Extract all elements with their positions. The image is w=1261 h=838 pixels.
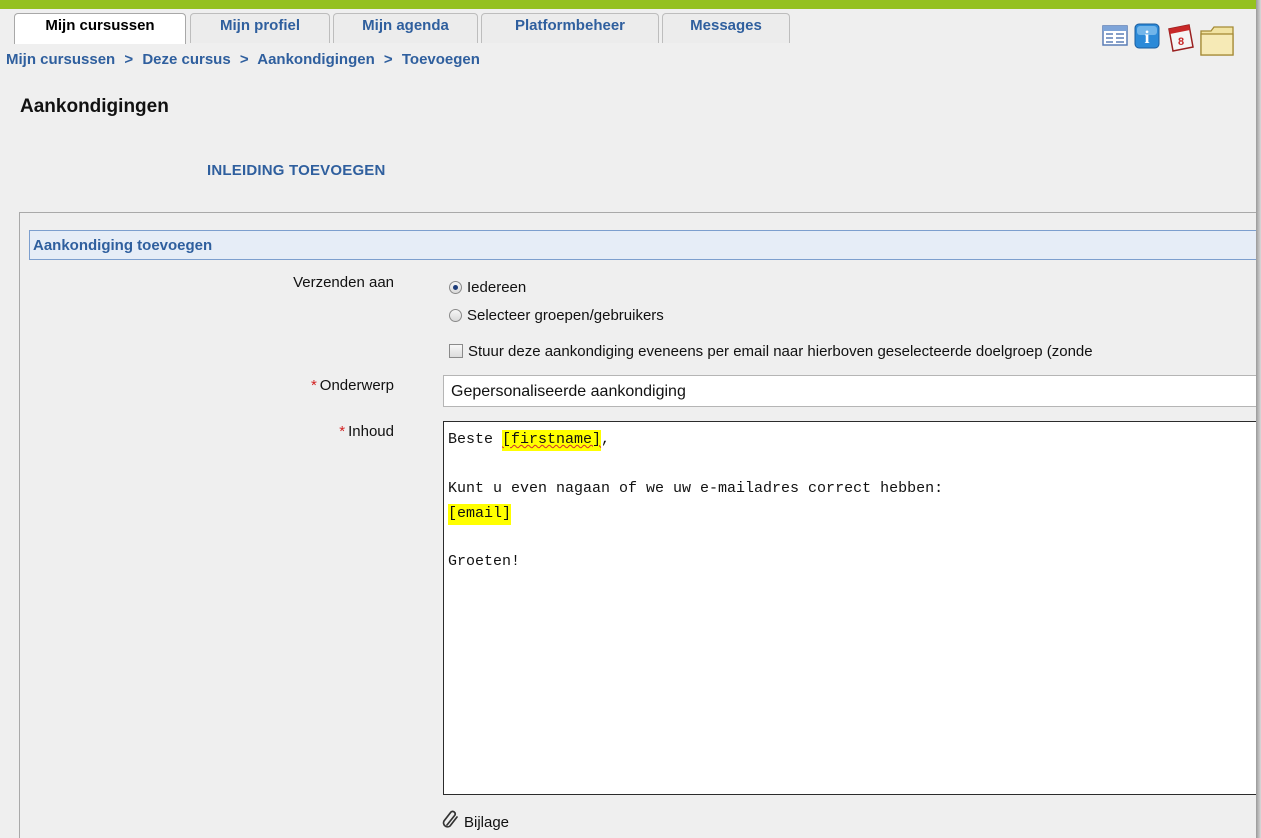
tab-mijn-cursussen[interactable]: Mijn cursussen [14, 13, 186, 44]
table-icon[interactable] [1102, 23, 1128, 52]
email-also-label: Stuur deze aankondiging eveneens per ema… [468, 343, 1093, 360]
email-tag: [email] [448, 504, 512, 525]
send-to-label: Verzenden aan [293, 274, 394, 291]
radio-select-groups-label: Selecteer groepen/gebruikers [467, 307, 664, 324]
breadcrumb-deze-cursus[interactable]: Deze cursus [142, 51, 230, 68]
content-line-email: [email] [448, 504, 512, 525]
tab-label: Mijn cursussen [45, 17, 155, 34]
breadcrumb-separator: > [124, 51, 134, 68]
radio-select-groups-option[interactable]: Selecteer groepen/gebruikers [449, 307, 664, 324]
content-editor[interactable]: Beste [firstname], Kunt u even nagaan of… [443, 421, 1256, 795]
form-header-title: Aankondiging toevoegen [33, 237, 213, 254]
calendar-icon[interactable]: 8 [1165, 23, 1195, 58]
breadcrumb-aankondigingen[interactable]: Aankondigingen [257, 51, 375, 68]
tab-mijn-profiel[interactable]: Mijn profiel [190, 13, 330, 43]
content-label: * Inhoud [339, 423, 394, 440]
breadcrumb: Mijn cursussen > Deze cursus > Aankondig… [6, 51, 480, 68]
paperclip-icon [442, 810, 458, 828]
subject-input[interactable]: Gepersonaliseerde aankondiging [443, 375, 1256, 407]
radio-everyone-label: Iedereen [467, 279, 527, 296]
radio-everyone-option[interactable]: Iedereen [449, 279, 526, 296]
greeting-text: Beste [448, 431, 503, 448]
required-marker: * [339, 423, 346, 440]
top-accent-bar [0, 0, 1256, 9]
subject-label-text: Onderwerp [319, 377, 394, 394]
attachment-link[interactable]: Bijlage [441, 810, 509, 831]
tab-messages[interactable]: Messages [662, 13, 790, 43]
tab-label: Messages [690, 17, 762, 34]
breadcrumb-mijn-cursussen[interactable]: Mijn cursussen [6, 51, 115, 68]
tab-mijn-agenda[interactable]: Mijn agenda [333, 13, 478, 43]
form-header: Aankondiging toevoegen [29, 230, 1256, 260]
svg-text:i: i [1144, 27, 1149, 47]
greeting-suffix: , [601, 431, 611, 448]
tab-label: Mijn profiel [220, 17, 300, 34]
content-line-greeting: Beste [firstname], [448, 430, 611, 451]
page-title: Aankondigingen [20, 96, 169, 117]
folder-icon[interactable] [1199, 23, 1256, 62]
breadcrumb-separator: > [239, 51, 249, 68]
required-marker: * [310, 377, 317, 394]
tab-platformbeheer[interactable]: Platformbeheer [481, 13, 659, 43]
email-also-checkbox[interactable] [449, 344, 463, 358]
content-line-closing: Groeten! [448, 553, 521, 570]
tab-label: Platformbeheer [514, 17, 626, 34]
radio-everyone[interactable] [449, 281, 462, 294]
firstname-tag: [firstname] [502, 430, 602, 451]
content-line-question: Kunt u even nagaan of we uw e-mailadres … [448, 480, 944, 497]
toolbar-icons: i 8 [1102, 23, 1256, 67]
email-also-option[interactable]: Stuur deze aankondiging eveneens per ema… [449, 343, 1093, 360]
attachment-label: Bijlage [464, 814, 510, 831]
tab-label: Mijn agenda [362, 17, 449, 34]
content-label-text: Inhoud [348, 423, 394, 440]
subject-label: * Onderwerp [311, 377, 394, 394]
window-edge-shadow [1256, 0, 1261, 838]
breadcrumb-separator: > [383, 51, 393, 68]
radio-select-groups[interactable] [449, 309, 462, 322]
info-icon[interactable]: i [1134, 23, 1160, 54]
svg-text:8: 8 [1178, 36, 1184, 48]
add-introduction-link[interactable]: INLEIDING TOEVOEGEN [207, 162, 386, 179]
page-body: Mijn cursussen Mijn profiel Mijn agenda … [0, 0, 1256, 838]
breadcrumb-toevoegen[interactable]: Toevoegen [402, 51, 480, 68]
